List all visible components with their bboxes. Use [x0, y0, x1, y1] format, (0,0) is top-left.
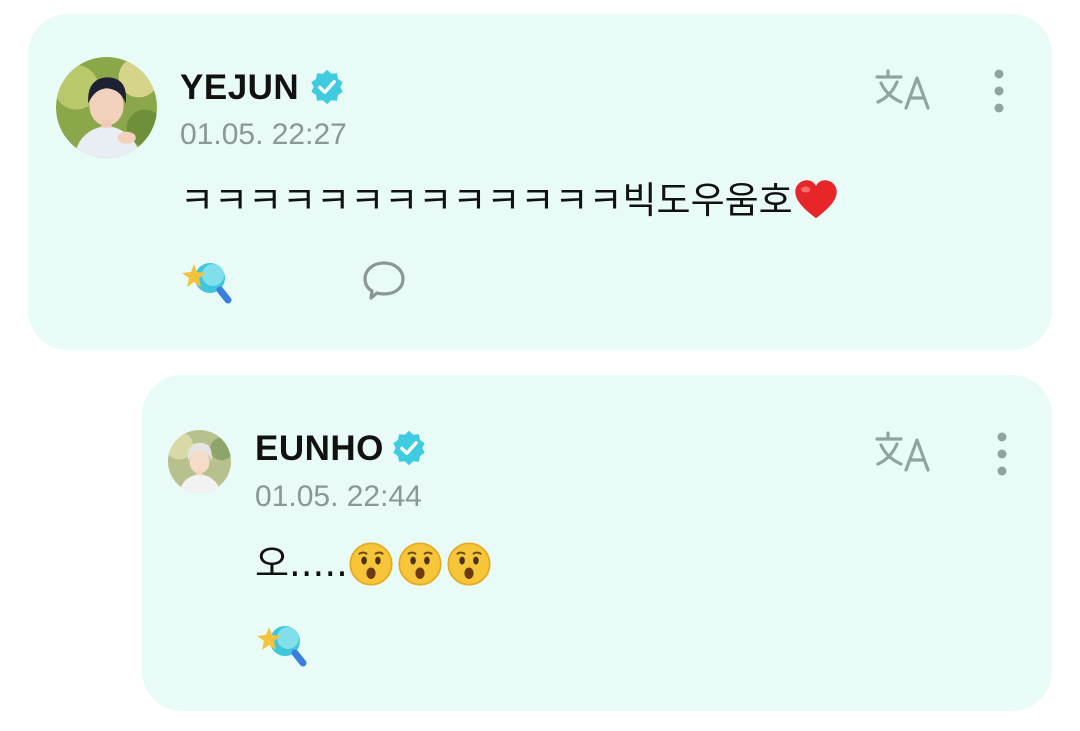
comment-text: ㅋㅋㅋㅋㅋㅋㅋㅋㅋㅋㅋㅋㅋ빅도우움호 [180, 178, 839, 224]
author-name[interactable]: YEJUN [180, 68, 299, 108]
translate-icon[interactable] [875, 430, 933, 474]
reply-card-eunho: EUNHO 01.05. 22:44 오..... [142, 375, 1052, 711]
surprised-face-emoji [349, 542, 393, 586]
comment-text-content: ㅋㅋㅋㅋㅋㅋㅋㅋㅋㅋㅋㅋㅋ빅도우움호 [180, 179, 793, 222]
avatar-yejun[interactable] [56, 57, 157, 158]
surprised-face-emoji [398, 542, 442, 586]
star-wand-reaction-icon[interactable] [180, 258, 232, 304]
more-vertical-icon[interactable] [995, 431, 1009, 477]
surprised-face-emoji [447, 542, 491, 586]
speech-bubble-icon[interactable] [362, 260, 406, 302]
comment-text-content: 오..... [255, 542, 348, 585]
translate-icon[interactable] [875, 68, 933, 112]
more-vertical-icon[interactable] [992, 68, 1006, 114]
verified-badge-icon [311, 69, 343, 105]
comment-timestamp: 01.05. 22:44 [255, 480, 422, 513]
verified-badge-icon [393, 430, 425, 466]
author-name[interactable]: EUNHO [255, 429, 384, 469]
comment-card-yejun: YEJUN 01.05. 22:27 ㅋㅋㅋㅋㅋㅋㅋㅋㅋㅋㅋㅋㅋ빅도우움호 [28, 14, 1052, 350]
red-heart-emoji [795, 180, 837, 219]
comment-text: 오..... [255, 541, 492, 587]
avatar-eunho[interactable] [168, 430, 231, 493]
star-wand-reaction-icon[interactable] [255, 621, 307, 667]
comment-timestamp: 01.05. 22:27 [180, 118, 347, 151]
